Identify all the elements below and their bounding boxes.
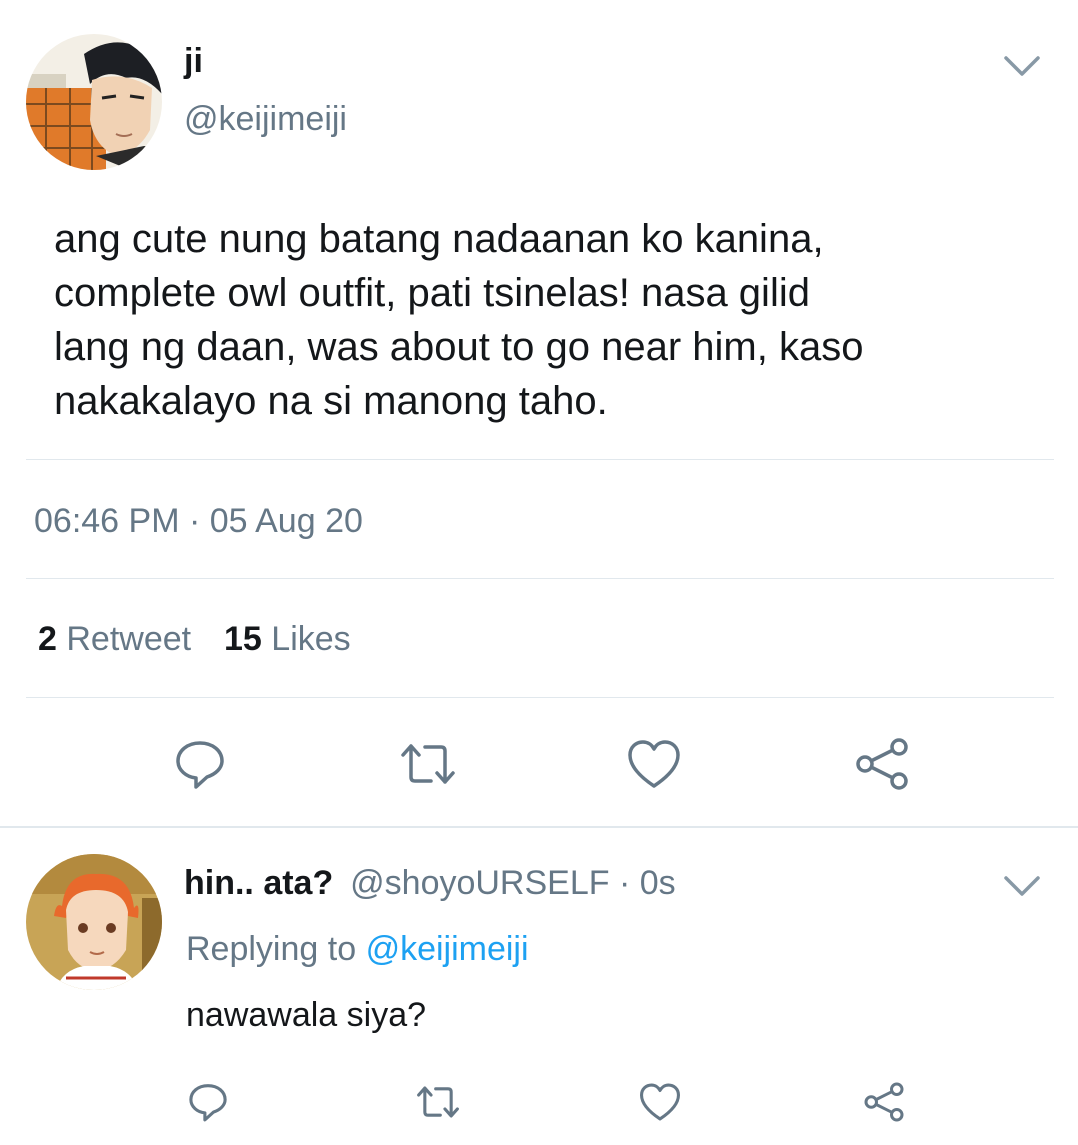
like-button[interactable] [624, 734, 684, 794]
tweet-text-line: complete owl outfit, pati tsinelas! nasa… [54, 271, 810, 315]
retweet-label: Retweet [66, 620, 192, 658]
reply-retweet-button[interactable] [412, 1078, 464, 1126]
reply-like-button[interactable] [636, 1078, 684, 1126]
retweet-button[interactable] [396, 734, 460, 794]
tweet-text-line: ang cute nung batang nadaanan ko kanina, [54, 217, 824, 261]
reply-reply-button[interactable] [184, 1078, 232, 1126]
reply-icon [189, 1084, 227, 1122]
divider [26, 459, 1054, 460]
reply-text: nawawala siya? [186, 996, 427, 1034]
reply-share-button[interactable] [860, 1078, 908, 1126]
reply-header: hin.. ata? @shoyoURSELF · 0s [184, 864, 676, 903]
tweet-text-line: nakakalayo na si manong taho. [54, 379, 608, 423]
replying-to: Replying to @keijimeiji [186, 930, 529, 969]
reply-display-name[interactable]: hin.. ata? [184, 864, 333, 902]
retweet-stat[interactable]: 2 Retweet [38, 620, 201, 658]
reply-icon [176, 741, 224, 789]
author-handle[interactable]: @keijimeiji [184, 100, 347, 139]
author-avatar[interactable] [26, 34, 162, 170]
share-button[interactable] [852, 734, 912, 794]
likes-stat[interactable]: 15 Likes [224, 620, 351, 658]
engagement-stats: 2 Retweet 15 Likes [38, 620, 351, 659]
likes-label: Likes [271, 620, 351, 658]
tweet-text: ang cute nung batang nadaanan ko kanina,… [54, 212, 1054, 428]
heart-icon [628, 740, 680, 788]
retweet-count: 2 [38, 620, 57, 658]
divider [26, 578, 1054, 579]
section-divider [0, 826, 1078, 828]
heart-icon [640, 1083, 680, 1121]
replying-to-label: Replying to [186, 930, 357, 968]
share-icon [856, 738, 908, 790]
replying-to-handle[interactable]: @keijimeiji [366, 930, 529, 968]
chevron-down-icon[interactable] [1002, 52, 1042, 80]
chevron-down-icon[interactable] [1002, 872, 1042, 900]
retweet-icon [401, 744, 455, 784]
reply-button[interactable] [170, 734, 230, 794]
reply-handle-time[interactable]: @shoyoURSELF · 0s [350, 864, 676, 902]
tweet-timestamp: 06:46 PM · 05 Aug 20 [34, 502, 363, 540]
likes-count: 15 [224, 620, 262, 658]
share-icon [864, 1082, 904, 1122]
author-display-name[interactable]: ji [184, 42, 203, 81]
retweet-icon [417, 1086, 459, 1118]
divider [26, 697, 1054, 698]
tweet-text-line: lang ng daan, was about to go near him, … [54, 325, 864, 369]
reply-author-avatar[interactable] [26, 854, 162, 990]
